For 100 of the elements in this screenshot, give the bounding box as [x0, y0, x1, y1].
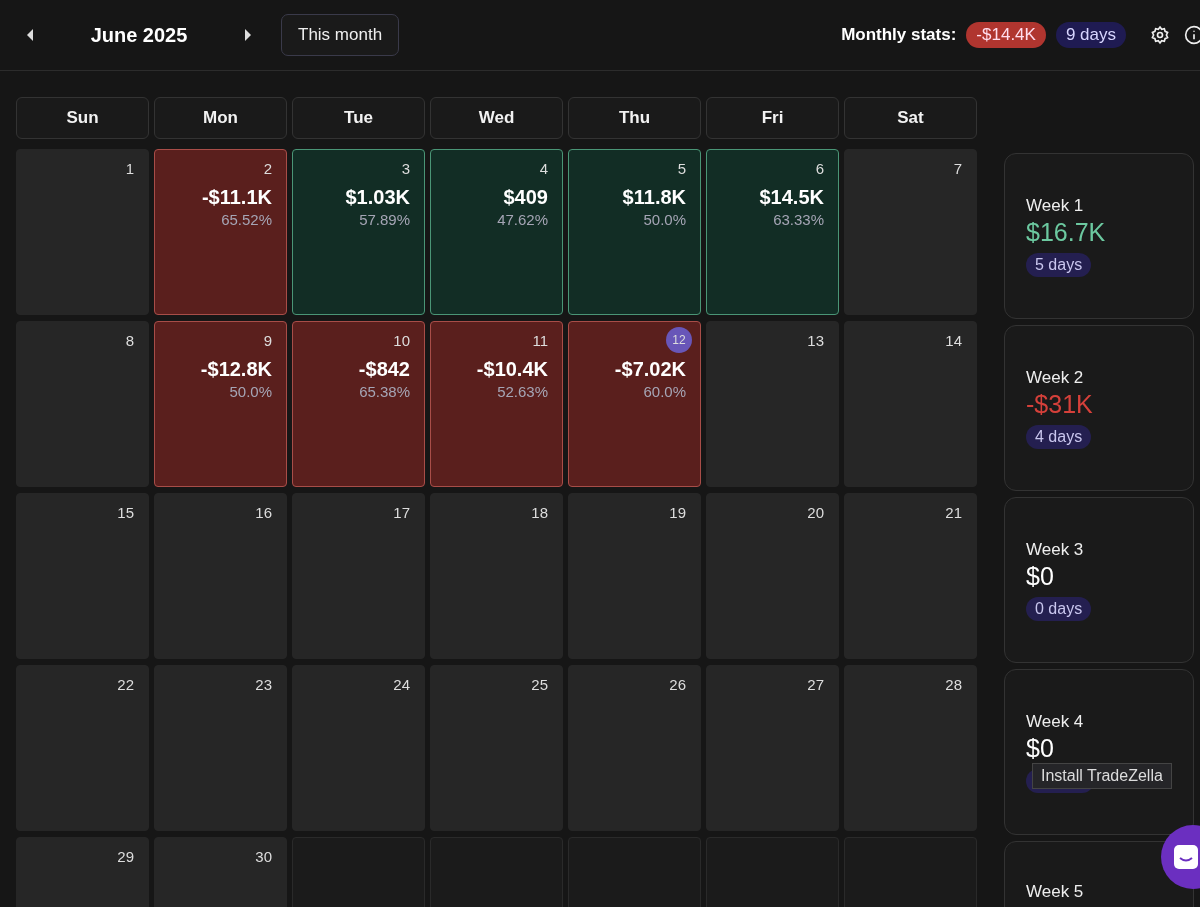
day-number: 3 — [401, 159, 410, 177]
day-cell[interactable]: 27 — [706, 665, 839, 831]
day-number: 13 — [807, 331, 824, 349]
week-label: Week 3 — [1026, 539, 1084, 560]
day-number: 2 — [263, 159, 272, 177]
day-win-rate: 50.0% — [643, 211, 686, 228]
day-cell[interactable]: 10 -$842 65.38% — [292, 321, 425, 487]
day-number: 16 — [255, 503, 272, 521]
week-days-badge: 0 days — [1026, 596, 1092, 621]
day-cell[interactable]: 3 $1.03K 57.89% — [292, 149, 425, 315]
day-cell[interactable]: 11 -$10.4K 52.63% — [430, 321, 563, 487]
weekday-header: Fri — [706, 97, 839, 139]
day-cell[interactable]: 19 — [568, 493, 701, 659]
day-pnl: -$7.02K — [614, 358, 686, 381]
day-number: 23 — [255, 675, 272, 693]
monthly-days-badge: 9 days — [1055, 22, 1126, 48]
week-label: Week 5 — [1026, 882, 1084, 902]
day-pnl: $11.8K — [622, 186, 686, 209]
this-month-button[interactable]: This month — [281, 14, 400, 56]
day-number: 22 — [117, 675, 134, 693]
day-cell[interactable]: 14 — [844, 321, 977, 487]
day-cell[interactable]: 6 $14.5K 63.33% — [706, 149, 839, 315]
day-number: 6 — [815, 159, 824, 177]
day-number: 24 — [393, 675, 410, 693]
week-pnl: $0 — [1026, 561, 1054, 591]
day-number: 21 — [945, 503, 962, 521]
day-cell[interactable]: 18 — [430, 493, 563, 659]
day-win-rate: 65.38% — [359, 383, 410, 400]
month-title: June 2025 — [89, 23, 189, 47]
day-cell[interactable]: 21 — [844, 493, 977, 659]
info-icon[interactable] — [1184, 25, 1200, 45]
day-pnl: -$10.4K — [476, 358, 548, 381]
monthly-stats-label: Monthly stats: — [841, 25, 957, 45]
day-cell[interactable]: 29 — [16, 837, 149, 907]
day-cell[interactable]: 23 — [154, 665, 287, 831]
day-number: 11 — [532, 331, 548, 349]
day-cell[interactable]: 26 — [568, 665, 701, 831]
day-cell[interactable]: 5 $11.8K 50.0% — [568, 149, 701, 315]
day-pnl: $409 — [503, 186, 548, 209]
day-number: 1 — [125, 159, 134, 177]
week-label: Week 1 — [1026, 195, 1084, 216]
day-number: 29 — [117, 847, 134, 865]
day-number: 9 — [263, 331, 272, 349]
day-number: 30 — [255, 847, 272, 865]
chat-icon — [1173, 844, 1199, 870]
day-cell[interactable]: 28 — [844, 665, 977, 831]
day-number: 12 — [666, 327, 692, 353]
day-cell[interactable]: 30 — [154, 837, 287, 907]
day-cell[interactable]: 15 — [16, 493, 149, 659]
tooltip: Install TradeZella — [1032, 763, 1172, 789]
week-pnl: -$31K — [1026, 389, 1093, 419]
day-win-rate: 47.62% — [497, 211, 548, 228]
day-pnl: -$12.8K — [200, 358, 272, 381]
day-cell[interactable]: 13 — [706, 321, 839, 487]
weekday-header: Sun — [16, 97, 149, 139]
day-pnl: -$11.1K — [201, 186, 272, 209]
day-number: 10 — [393, 331, 410, 349]
day-number: 19 — [669, 503, 686, 521]
weekday-header: Thu — [568, 97, 701, 139]
weekday-header: Sat — [844, 97, 977, 139]
day-win-rate: 63.33% — [773, 211, 824, 228]
week-days-badge: 5 days — [1026, 252, 1092, 277]
week-label: Week 2 — [1026, 367, 1084, 388]
settings-icon[interactable] — [1150, 25, 1170, 45]
day-cell[interactable]: 7 — [844, 149, 977, 315]
day-cell[interactable]: 17 — [292, 493, 425, 659]
previous-month-icon[interactable] — [25, 28, 35, 42]
day-pnl: $1.03K — [345, 186, 410, 209]
week-pnl: $0 — [1026, 733, 1054, 763]
monthly-pnl-badge: -$14.4K — [966, 22, 1046, 48]
weekday-header: Wed — [430, 97, 563, 139]
day-cell[interactable]: 22 — [16, 665, 149, 831]
day-win-rate: 65.52% — [221, 211, 272, 228]
day-number: 15 — [117, 503, 134, 521]
day-cell[interactable]: 16 — [154, 493, 287, 659]
day-number: 7 — [953, 159, 962, 177]
weekday-header: Mon — [154, 97, 287, 139]
day-number: 5 — [677, 159, 686, 177]
day-cell[interactable]: 2 -$11.1K 65.52% — [154, 149, 287, 315]
day-cell[interactable]: 20 — [706, 493, 839, 659]
week-label: Week 4 — [1026, 711, 1084, 732]
next-month-icon[interactable] — [243, 28, 253, 42]
day-number: 18 — [531, 503, 548, 521]
day-pnl: $14.5K — [759, 186, 824, 209]
day-number: 26 — [669, 675, 686, 693]
day-number: 4 — [539, 159, 548, 177]
day-cell[interactable]: 12 -$7.02K 60.0% — [568, 321, 701, 487]
day-number: 14 — [945, 331, 962, 349]
weekday-header: Tue — [292, 97, 425, 139]
day-cell[interactable]: 4 $409 47.62% — [430, 149, 563, 315]
day-win-rate: 52.63% — [497, 383, 548, 400]
day-cell[interactable]: 25 — [430, 665, 563, 831]
week-pnl: $16.7K — [1026, 217, 1106, 247]
day-number: 17 — [393, 503, 410, 521]
day-cell[interactable]: 9 -$12.8K 50.0% — [154, 321, 287, 487]
day-cell[interactable]: 1 — [16, 149, 149, 315]
day-cell[interactable]: 24 — [292, 665, 425, 831]
day-win-rate: 57.89% — [359, 211, 410, 228]
day-number: 20 — [807, 503, 824, 521]
day-cell[interactable]: 8 — [16, 321, 149, 487]
